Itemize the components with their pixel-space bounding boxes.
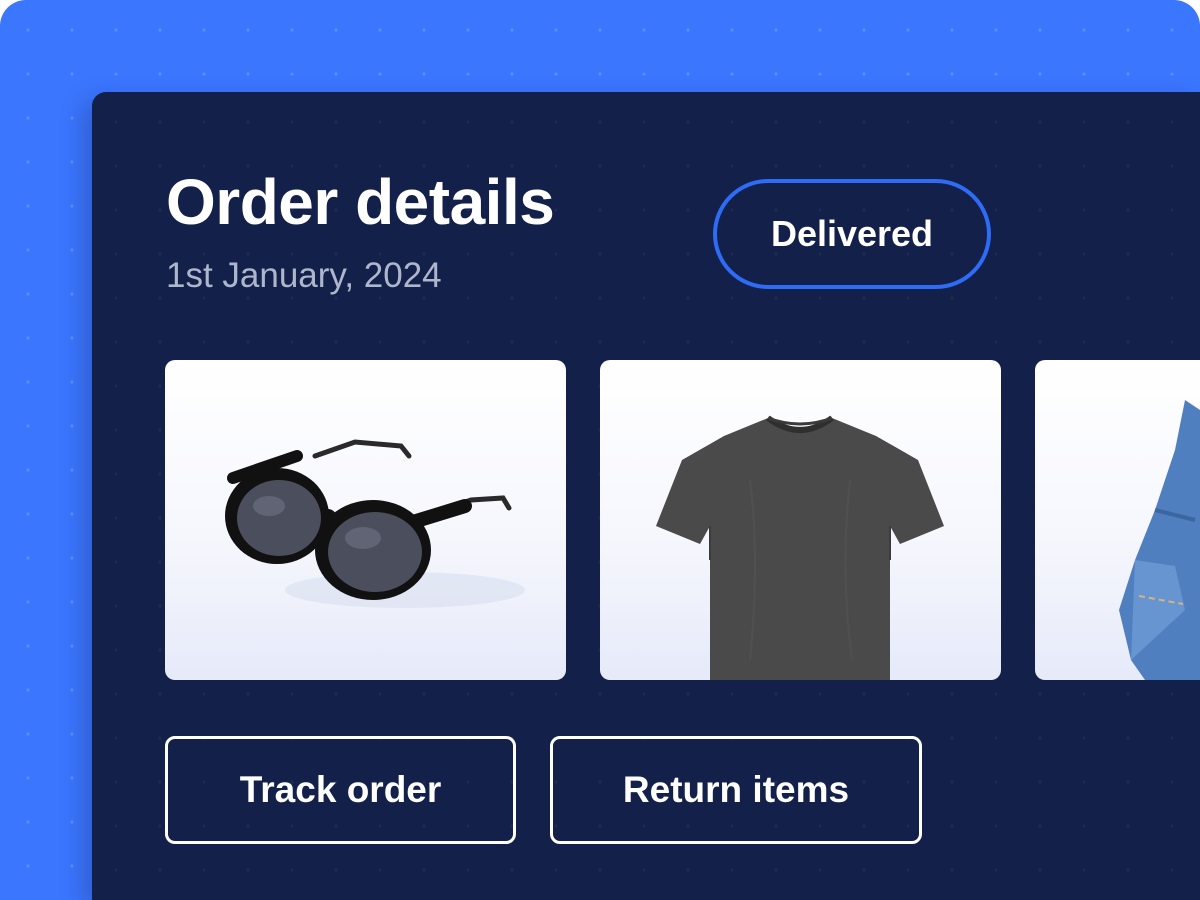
item-thumbnail-jeans[interactable] bbox=[1035, 360, 1200, 680]
tshirt-image bbox=[656, 415, 944, 680]
order-details-card: Order details 1st January, 2024 Delivere… bbox=[92, 92, 1200, 900]
page-title: Order details bbox=[166, 166, 555, 238]
sunglasses-image bbox=[225, 439, 525, 608]
return-items-button[interactable]: Return items bbox=[550, 736, 922, 844]
item-thumbnail-sunglasses[interactable] bbox=[165, 360, 566, 680]
order-date: 1st January, 2024 bbox=[166, 256, 442, 295]
track-order-button[interactable]: Track order bbox=[165, 736, 516, 844]
status-badge: Delivered bbox=[713, 179, 991, 289]
jeans-image bbox=[1119, 400, 1200, 680]
item-thumbnail-tshirt[interactable] bbox=[600, 360, 1001, 680]
